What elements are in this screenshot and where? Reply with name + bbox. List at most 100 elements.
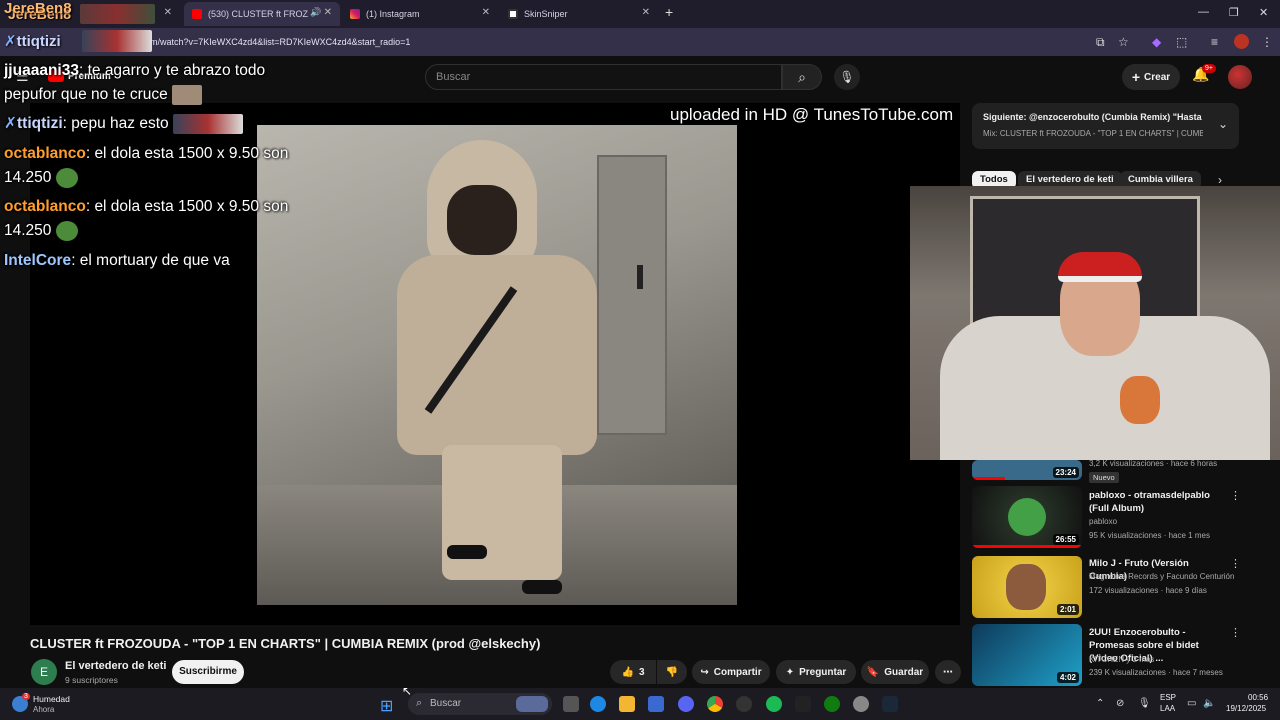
browser-profile-avatar[interactable] [1234,34,1249,49]
youtube-favicon-icon [192,9,202,19]
subscribe-button[interactable]: Suscribirme [172,660,244,684]
close-icon[interactable]: ✕ [164,7,172,18]
watch-progress-bar [972,477,1005,480]
search-button[interactable]: ⌕ [782,64,822,90]
browser-menu-icon[interactable]: ⋮ [1261,35,1273,49]
edge-icon[interactable] [590,696,606,712]
epic-games-icon[interactable] [795,696,811,712]
thumbs-down-icon: 👎 [665,666,679,678]
chat-username: IntelCore [4,252,72,269]
app-icon[interactable] [736,696,752,712]
tab-youtube-video[interactable]: (530) CLUSTER ft FROZOUDA 🔊 ✕ [184,2,340,26]
channel-avatar[interactable]: E [31,659,57,685]
extension-icon[interactable]: ◆ [1152,35,1161,49]
chat-text: : te agarro y te abrazo todo [78,62,266,79]
microphone-tray-icon[interactable]: 🎙 [1138,698,1151,709]
more-options-icon[interactable]: ⋮ [1230,557,1241,570]
create-label: Crear [1144,71,1171,83]
mouse-cursor-icon: ↖ [402,684,413,698]
next-up-card[interactable]: Siguiente: @enzocerobulto (Cumbia Remix)… [972,103,1239,149]
media-control-icon[interactable]: ≡ [1211,35,1218,49]
plus-icon: + [1131,69,1141,85]
discord-icon[interactable] [678,696,694,712]
more-options-icon[interactable]: ⋮ [1230,489,1241,502]
next-up-subtitle: Mix: CLUSTER ft FROZOUDA - "TOP 1 EN CHA… [983,129,1203,138]
settings-icon[interactable] [853,696,869,712]
clock-date[interactable]: 19/12/2025 [1226,704,1266,713]
create-button[interactable]: + Crear [1122,64,1180,90]
search-highlight-icon [516,696,548,712]
chevron-down-icon[interactable]: ⌄ [1218,117,1228,131]
next-up-title: Siguiente: @enzocerobulto (Cumbia Remix)… [983,112,1203,122]
more-actions-button[interactable]: ⋯ [935,660,961,684]
share-icon: ↪ [700,666,709,678]
language-indicator[interactable]: ESP [1160,693,1176,702]
chat-text: 14.250 [4,169,52,186]
store-icon[interactable] [648,696,664,712]
channel-name[interactable]: El vertedero de keti [65,660,167,672]
url-field[interactable]: m/watch?v=7KIeWXC4zd4&list=RD7KIeWXC4zd4… [150,37,410,47]
more-options-icon[interactable]: ⋮ [1230,626,1241,639]
share-button[interactable]: ↪ Compartir [692,660,770,684]
recommendation-channel[interactable]: Magnetica Records y Facundo Centurión [1089,572,1234,581]
bookmark-star-icon[interactable]: ☆ [1118,35,1129,49]
recommendation-channel[interactable]: KITCHEN y 2 más [1089,655,1154,664]
recommendation-meta: 172 visualizaciones · hace 9 días [1089,586,1207,595]
chevron-right-icon[interactable]: › [1218,173,1222,187]
notification-badge: 9+ [1202,64,1216,73]
search-input[interactable]: Buscar [425,64,782,90]
close-window-icon[interactable]: ✕ [1259,6,1268,19]
restore-icon[interactable]: ❐ [1229,6,1239,19]
close-icon[interactable]: ✕ [482,7,490,18]
new-tab-icon[interactable]: + [665,4,673,20]
recommendation-title[interactable]: pabloxo - otramasdelpablo (Full Album) [1089,489,1229,515]
xbox-icon[interactable] [824,696,840,712]
taskbar-search[interactable]: ⌕ Buscar [408,693,552,715]
recommendation-meta: 3,2 K visualizaciones · hace 6 horas [1089,459,1218,468]
recommendation-channel[interactable]: pabloxo [1089,517,1117,526]
recommendation-thumbnail[interactable]: 26:55 [972,486,1082,548]
voice-search-button[interactable]: 🎙 [834,64,860,90]
weather-title: Humedad [33,694,70,704]
clock-time[interactable]: 00:56 [1248,693,1268,702]
dislike-button[interactable]: 👎 [657,660,687,684]
close-icon[interactable]: ✕ [324,7,332,18]
steam-icon[interactable] [882,696,898,712]
windows-start-icon[interactable]: ⊞ [380,696,393,716]
chrome-icon[interactable] [707,696,723,712]
recommendation-thumbnail[interactable]: 4:02 [972,624,1082,686]
wifi-icon[interactable]: ▭ [1187,698,1196,709]
tab-skinsniper[interactable]: SkinSniper ✕ [500,2,658,26]
duration-badge: 26:55 [1052,534,1079,545]
tray-overflow-icon[interactable]: ⌃ [1096,698,1104,709]
youtube-avatar[interactable] [1228,65,1252,89]
extensions-puzzle-icon[interactable]: ⬚ [1176,35,1187,49]
like-button[interactable]: 👍 3 [610,660,656,684]
audio-playing-icon[interactable]: 🔊 [310,7,321,18]
recommendation-thumbnail[interactable]: 2:01 [972,556,1082,618]
file-explorer-icon[interactable] [619,696,635,712]
save-button[interactable]: 🔖 Guardar [861,660,929,684]
install-app-icon[interactable]: ⧉ [1096,35,1105,50]
chat-message: IntelCore: el mortuary de que va [4,249,230,272]
person-hoodie [397,255,597,455]
taskbar-search-placeholder: Buscar [430,698,462,709]
chat-text: pepufor que no te cruce [4,86,168,103]
tab-label: (1) Instagram [366,9,420,19]
chat-message: 14.250 [4,219,78,242]
chat-text: : el mortuary de que va [71,252,230,269]
volume-icon[interactable]: 🔈 [1203,698,1215,709]
video-frame[interactable] [257,125,737,605]
spotify-icon[interactable] [766,696,782,712]
close-icon[interactable]: ✕ [642,7,650,18]
new-badge: Nuevo [1089,472,1119,483]
recommendation-thumbnail[interactable]: 23:24 [972,460,1082,480]
minimize-icon[interactable]: — [1198,6,1209,18]
verified-icon: ✗ [4,33,17,50]
network-icon[interactable]: ⊘ [1116,698,1124,709]
tab-instagram[interactable]: (1) Instagram ✕ [342,2,498,26]
bookmark-icon: 🔖 [866,666,880,678]
santa-hat [1058,252,1142,282]
ask-button[interactable]: ✦ Preguntar [776,660,856,684]
task-view-icon[interactable] [563,696,579,712]
